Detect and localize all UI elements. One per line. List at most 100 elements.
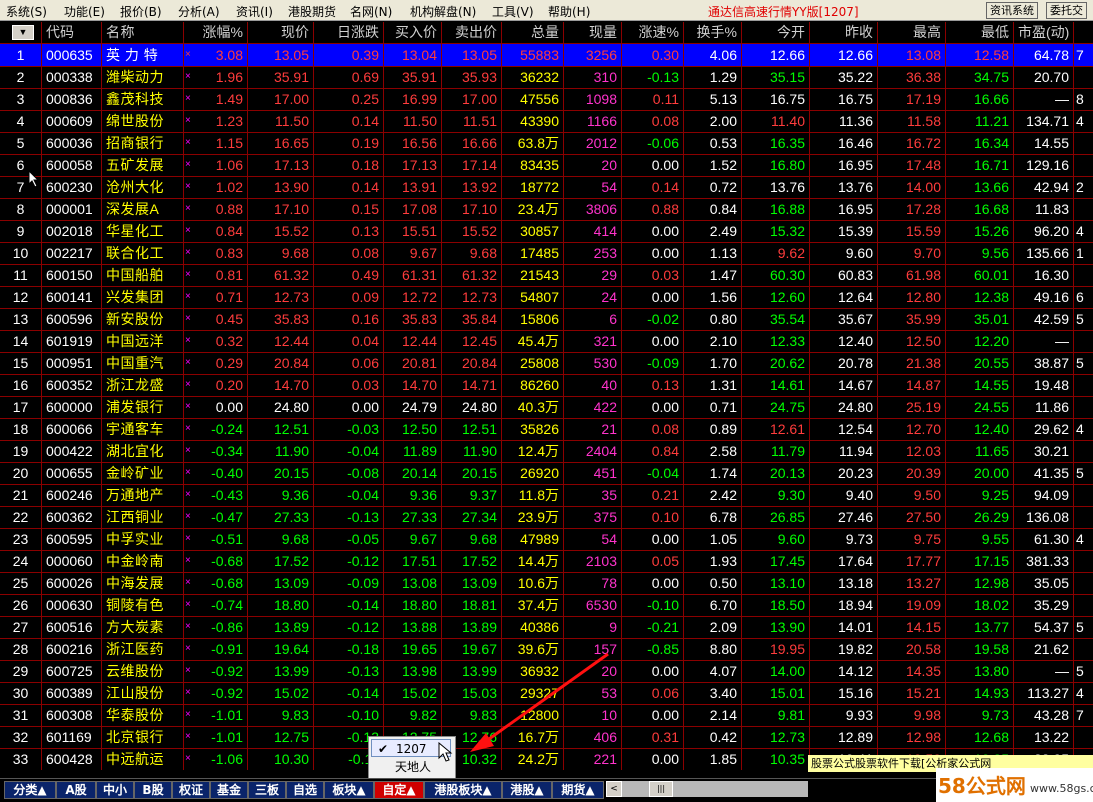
header-name[interactable]: 名称 <box>102 22 184 43</box>
cell-high: 14.15 <box>878 616 946 638</box>
table-row[interactable]: 20 000655 金岭矿业 × -0.40 20.15 -0.08 20.14 20.15 26… <box>0 462 1093 485</box>
header-turnover[interactable]: 换手% <box>684 22 742 43</box>
menu-famous-sites[interactable]: 名网(N) <box>350 3 392 20</box>
table-row[interactable]: 21 600246 万通地产 × -0.43 9.36 -0.04 9.36 9.37 11.8万… <box>0 484 1093 507</box>
cell-extra: 4 <box>1076 113 1084 129</box>
cell-stock-code: 600246 <box>42 484 102 506</box>
table-row[interactable]: 13 600596 新安股份 × 0.45 35.83 0.16 35.83 35.84 1580… <box>0 308 1093 331</box>
cell-bid-price: 13.08 <box>384 572 442 594</box>
table-row[interactable]: 17 600000 浦发银行 × 0.00 24.80 0.00 24.79 24.80 40.3… <box>0 396 1093 419</box>
tab-hk-stocks[interactable]: 港股▲ <box>502 781 552 799</box>
cell-bid-price: 13.91 <box>384 176 442 198</box>
header-open[interactable]: 今开 <box>742 22 810 43</box>
menu-quote[interactable]: 报价(B) <box>120 3 162 20</box>
table-row[interactable]: 23 600595 中孚实业 × -0.51 9.68 -0.05 9.67 9.68 47989… <box>0 528 1093 551</box>
table-row[interactable]: 25 600026 中海发展 × -0.68 13.09 -0.09 13.08 13.09 10… <box>0 572 1093 595</box>
header-ask[interactable]: 卖出价 <box>442 22 502 43</box>
table-row[interactable]: 19 000422 湖北宜化 × -0.34 11.90 -0.04 11.89 11.90 12… <box>0 440 1093 463</box>
cell-bid-price: 17.13 <box>384 154 442 176</box>
cell-high: 14.35 <box>878 660 946 682</box>
menu-function[interactable]: 功能(E) <box>64 3 105 20</box>
tab-sme[interactable]: 中小 <box>96 781 134 799</box>
tab-b-shares[interactable]: B股 <box>134 781 172 799</box>
header-prev-close[interactable]: 昨收 <box>810 22 878 43</box>
table-row[interactable]: 16 600352 浙江龙盛 × 0.20 14.70 0.03 14.70 14.71 8626… <box>0 374 1093 397</box>
menu-institution[interactable]: 机构解盘(N) <box>410 3 476 20</box>
tab-custom[interactable]: 自定▲ <box>374 781 424 799</box>
table-row[interactable]: 4 000609 绵世股份 × 1.23 11.50 0.14 11.50 11.51 43390… <box>0 110 1093 133</box>
scroll-left-button[interactable]: < <box>606 781 622 797</box>
cell-change: 0.08 <box>314 242 384 264</box>
header-current-volume[interactable]: 现量 <box>564 22 622 43</box>
table-row[interactable]: 3 000836 鑫茂科技 × 1.49 17.00 0.25 16.99 17.00 47556… <box>0 88 1093 111</box>
table-row[interactable]: 32601169北京银行×-1.0112.75-0.1312.7512.7616… <box>0 726 1093 749</box>
cell-change: 0.25 <box>314 88 384 110</box>
tab-funds[interactable]: 基金 <box>210 781 248 799</box>
tab-futures[interactable]: 期货▲ <box>552 781 604 799</box>
table-row[interactable]: 14 601919 中国远洋 × 0.32 12.44 0.04 12.44 12.45 45.4… <box>0 330 1093 353</box>
table-row[interactable]: 29 600725 云维股份 × -0.92 13.99 -0.13 13.98 13.99 36… <box>0 660 1093 683</box>
cell-current-volume: 9 <box>564 616 622 638</box>
header-change[interactable]: 日涨跌 <box>314 22 384 43</box>
table-row[interactable]: 27 600516 方大炭素 × -0.86 13.89 -0.12 13.88 13.89 40… <box>0 616 1093 639</box>
cell-stock-code: 600141 <box>42 286 102 308</box>
table-row[interactable]: 2 000338 潍柴动力 × 1.96 35.91 0.69 35.91 35.93 36232… <box>0 66 1093 89</box>
header-high[interactable]: 最高 <box>878 22 946 43</box>
header-low[interactable]: 最低 <box>946 22 1014 43</box>
tab-warrants[interactable]: 权证 <box>172 781 210 799</box>
table-row[interactable]: 24 000060 中金岭南 × -0.68 17.52 -0.12 17.51 17.52 14… <box>0 550 1093 573</box>
table-row[interactable]: 12 600141 兴发集团 × 0.71 12.73 0.09 12.72 12.73 5480… <box>0 286 1093 309</box>
table-row[interactable]: 5 600036 招商银行 × 1.15 16.65 0.19 16.56 16.66 63.8万… <box>0 132 1093 155</box>
table-row[interactable]: 1 000635 英 力 特 × 3.08 13.05 0.39 13.04 13.05 5588… <box>0 44 1093 67</box>
cell-open: 15.01 <box>742 682 810 704</box>
table-row[interactable]: 30 600389 江山股份 × -0.92 15.02 -0.14 15.02 15.03 29… <box>0 682 1093 705</box>
cell-stock-name: 招商银行 <box>102 132 184 154</box>
tab-sectors[interactable]: 板块▲ <box>324 781 374 799</box>
table-row[interactable]: 6 600058 五矿发展 × 1.06 17.13 0.18 17.13 17.14 83435… <box>0 154 1093 177</box>
tab-a-shares[interactable]: A股 <box>56 781 96 799</box>
menu-analysis[interactable]: 分析(A) <box>178 3 220 20</box>
cell-price: 9.68 <box>248 528 314 550</box>
header-speed[interactable]: 涨速% <box>622 22 684 43</box>
table-row[interactable]: 8 000001 深发展A × 0.88 17.10 0.15 17.08 17.10 23.4万… <box>0 198 1093 221</box>
sort-dropdown-icon[interactable]: ▼ <box>12 25 34 40</box>
header-bid[interactable]: 买入价 <box>384 22 442 43</box>
table-row[interactable]: 28 600216 浙江医药 × -0.91 19.64 -0.18 19.65 19.67 39… <box>0 638 1093 661</box>
table-row[interactable]: 7 600230 沧州大化 × 1.02 13.90 0.14 13.91 13.92 18772… <box>0 176 1093 199</box>
tab-hk-sectors[interactable]: 港股板块▲ <box>424 781 502 799</box>
scrollbar-thumb[interactable]: ||| <box>649 781 673 797</box>
cell-price: 17.00 <box>248 88 314 110</box>
table-row[interactable]: 15 000951 中国重汽 × 0.29 20.84 0.06 20.81 20.84 2580… <box>0 352 1093 375</box>
table-row[interactable]: 9 002018 华星化工 × 0.84 15.52 0.13 15.51 15.52 30857… <box>0 220 1093 243</box>
menu-info[interactable]: 资讯(I) <box>236 3 273 20</box>
header-price[interactable]: 现价 <box>248 22 314 43</box>
menu-system[interactable]: 系统(S) <box>6 3 47 20</box>
tab-category[interactable]: 分类▲ <box>4 781 56 799</box>
cell-change: 0.14 <box>314 110 384 132</box>
cell-open: 35.54 <box>742 308 810 330</box>
info-system-button[interactable]: 资讯系统 <box>986 2 1038 19</box>
table-row[interactable]: 10 002217 联合化工 × 0.83 9.68 0.08 9.67 9.68 17485 25… <box>0 242 1093 265</box>
header-code[interactable]: 代码 <box>42 22 102 43</box>
header-pe[interactable]: 市盈(动) <box>1014 22 1074 43</box>
table-row[interactable]: 26 000630 铜陵有色 × -0.74 18.80 -0.14 18.80 18.81 37… <box>0 594 1093 617</box>
table-row[interactable]: 18 600066 宇通客车 × -0.24 12.51 -0.03 12.50 12.51 35… <box>0 418 1093 441</box>
tab-third-board[interactable]: 三板 <box>248 781 286 799</box>
menu-help[interactable]: 帮助(H) <box>548 3 590 20</box>
sort-button-cell[interactable]: ▼ <box>0 22 42 43</box>
header-pct-change[interactable]: 涨幅% <box>194 22 248 43</box>
table-row[interactable]: 22 600362 江西铜业 × -0.47 27.33 -0.13 27.33 27.34 23… <box>0 506 1093 529</box>
menu-tools[interactable]: 工具(V) <box>492 3 534 20</box>
header-volume[interactable]: 总量 <box>502 22 564 43</box>
trade-button[interactable]: 委托交 <box>1046 2 1087 19</box>
cell-row-index: 24 <box>0 550 42 572</box>
table-row[interactable]: 31 600308 华泰股份 × -1.01 9.83 -0.10 9.82 9.83 12800… <box>0 704 1093 727</box>
cross-icon: × <box>185 555 191 566</box>
menu-hk-futures[interactable]: 港股期货 <box>288 3 336 20</box>
cell-current-volume: 54 <box>564 528 622 550</box>
cell-prev-close: 12.54 <box>810 418 878 440</box>
cell-open: 35.15 <box>742 66 810 88</box>
tab-watchlist[interactable]: 自选 <box>286 781 324 799</box>
table-row[interactable]: 11 600150 中国船舶 × 0.81 61.32 0.49 61.31 61.32 2154… <box>0 264 1093 287</box>
cell-row-index: 27 <box>0 616 42 638</box>
